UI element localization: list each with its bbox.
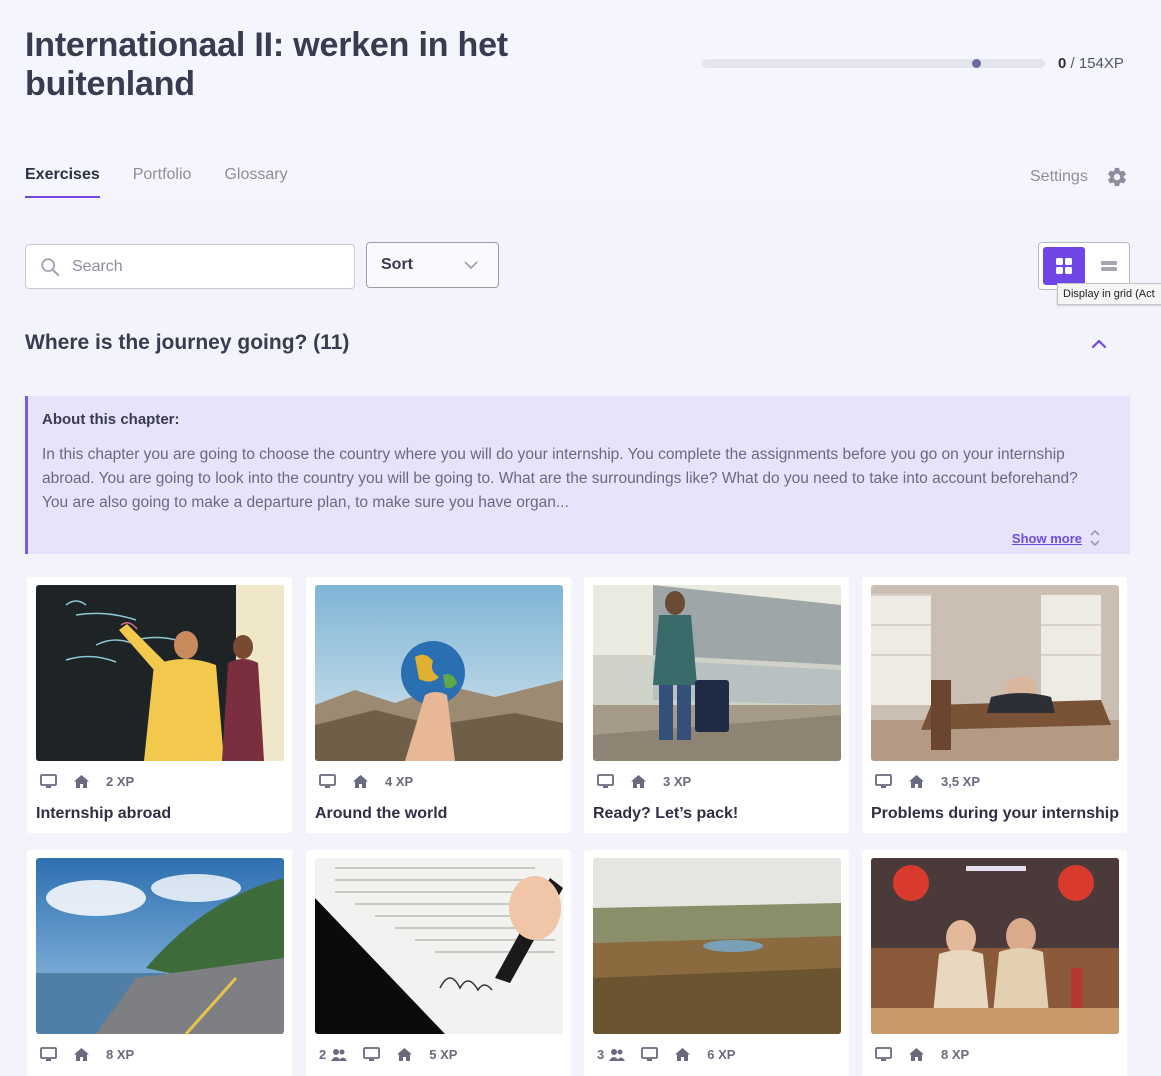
computer-icon: [641, 1047, 659, 1061]
exercise-xp: 8 XP: [941, 1047, 970, 1062]
chevron-down-icon: [464, 260, 478, 269]
exercise-title: Internship abroad: [36, 805, 172, 822]
search-field[interactable]: [25, 244, 355, 289]
exercise-card[interactable]: 8 XP: [27, 850, 292, 1076]
sort-label: Sort: [381, 256, 413, 273]
xp-progress-marker: [972, 59, 981, 68]
exercise-title: Around the world: [315, 805, 448, 822]
computer-icon: [363, 1047, 381, 1061]
tab-glossary[interactable]: Glossary: [224, 166, 287, 198]
xp-group: 6 XP: [674, 1047, 735, 1062]
computer-icon: [875, 774, 892, 788]
about-text: In this chapter you are going to choose …: [42, 446, 1078, 511]
home-icon: [353, 775, 368, 788]
course-header: Internationaal II: werken in het buitenl…: [0, 0, 1161, 198]
exercise-meta: 3 6 XP: [597, 1047, 735, 1062]
xp-group: 4 XP: [352, 774, 413, 789]
exercise-card[interactable]: 2 XP Internship abroad: [27, 577, 292, 833]
exercise-meta: 3,5 XP: [875, 774, 980, 789]
exercise-xp: 2 XP: [106, 774, 135, 789]
people-icon: [609, 1049, 626, 1061]
exercise-meta: 8 XP: [875, 1047, 969, 1062]
home-icon: [675, 1048, 691, 1061]
exercise-image-signing: [315, 858, 563, 1034]
exercise-xp: 8 XP: [106, 1047, 135, 1062]
exercise-image-travel: [593, 585, 841, 761]
exercise-card[interactable]: 3,5 XP Problems during your internship: [862, 577, 1127, 833]
settings-label: Settings: [1030, 168, 1088, 185]
home-icon: [909, 1048, 924, 1061]
xp-group: 3 XP: [630, 774, 691, 789]
exercise-card[interactable]: 3 XP Ready? Let’s pack!: [584, 577, 849, 833]
search-icon: [41, 257, 60, 276]
computer-icon: [40, 1047, 57, 1061]
grid-view-tooltip: Display in grid (Act: [1057, 283, 1161, 305]
people-icon: [331, 1049, 348, 1061]
xp-group: 8 XP: [73, 1047, 134, 1062]
xp-group: 3,5 XP: [908, 774, 980, 789]
group-size-count: 2: [319, 1047, 327, 1062]
exercise-meta: 8 XP: [40, 1047, 134, 1062]
exercise-xp: 3 XP: [663, 774, 692, 789]
tab-exercises[interactable]: Exercises: [25, 166, 100, 198]
settings-button[interactable]: Settings: [1030, 166, 1128, 188]
expand-icon: [1090, 529, 1100, 547]
exercise-title: Ready? Let’s pack!: [593, 805, 739, 822]
exercise-xp: 3,5 XP: [941, 774, 981, 789]
chevron-up-icon[interactable]: [1089, 334, 1109, 352]
exercise-meta: 4 XP: [319, 774, 413, 789]
xp-counter: 0 / 154XP: [1058, 55, 1124, 72]
computer-icon: [597, 774, 614, 788]
exercise-meta: 3 XP: [597, 774, 691, 789]
group-size: 3: [597, 1047, 626, 1062]
gear-icon: [1107, 167, 1126, 187]
chapter-title: Where is the journey going? (11): [25, 331, 350, 354]
xp-progress-bar: [702, 59, 1045, 68]
computer-icon: [875, 1047, 892, 1061]
exercise-image-classroom: [36, 585, 284, 761]
exercise-meta: 2 XP: [40, 774, 134, 789]
grid-icon: [1056, 258, 1072, 274]
exercise-image-restaurant: [871, 858, 1119, 1034]
exercise-card[interactable]: 4 XP Around the world: [306, 577, 571, 833]
exercise-image-globe: [315, 585, 563, 761]
list-view-button[interactable]: [1091, 247, 1127, 285]
tab-portfolio[interactable]: Portfolio: [133, 166, 192, 198]
exercise-xp: 4 XP: [385, 774, 414, 789]
about-title: About this chapter:: [42, 411, 180, 428]
exercise-card[interactable]: 3 6 XP: [584, 850, 849, 1076]
chapter-about-box: About this chapter: In this chapter you …: [25, 396, 1130, 554]
grid-view-button[interactable]: [1043, 247, 1085, 285]
xp-group: 2 XP: [73, 774, 134, 789]
exercise-xp: 5 XP: [429, 1047, 458, 1062]
computer-icon: [319, 774, 336, 788]
xp-group: 5 XP: [396, 1047, 457, 1062]
exercise-card[interactable]: 8 XP: [862, 850, 1127, 1076]
xp-total: / 154XP: [1070, 55, 1124, 72]
exercise-image-room: [871, 585, 1119, 761]
home-icon: [397, 1048, 413, 1061]
home-icon: [74, 775, 89, 788]
home-icon: [631, 775, 646, 788]
exercise-image-landscape: [593, 858, 841, 1034]
exercise-card[interactable]: 2 5 XP: [306, 850, 571, 1076]
exercise-title: Problems during your internship: [871, 805, 1120, 822]
exercise-image-coast: [36, 858, 284, 1034]
home-icon: [909, 775, 924, 788]
xp-group: 8 XP: [908, 1047, 969, 1062]
sort-dropdown[interactable]: Sort: [366, 242, 499, 288]
search-input[interactable]: [72, 257, 332, 276]
show-more-link[interactable]: Show more: [1012, 529, 1100, 547]
list-icon: [1101, 261, 1117, 271]
exercise-xp: 6 XP: [707, 1047, 736, 1062]
xp-earned: 0: [1058, 55, 1067, 72]
computer-icon: [40, 774, 57, 788]
group-size-count: 3: [597, 1047, 605, 1062]
course-title: Internationaal II: werken in het buitenl…: [25, 26, 508, 103]
show-more-label: Show more: [1011, 530, 1082, 546]
group-size: 2: [319, 1047, 348, 1062]
exercise-meta: 2 5 XP: [319, 1047, 457, 1062]
course-tabs: Exercises Portfolio Glossary: [25, 166, 288, 198]
home-icon: [74, 1048, 89, 1061]
